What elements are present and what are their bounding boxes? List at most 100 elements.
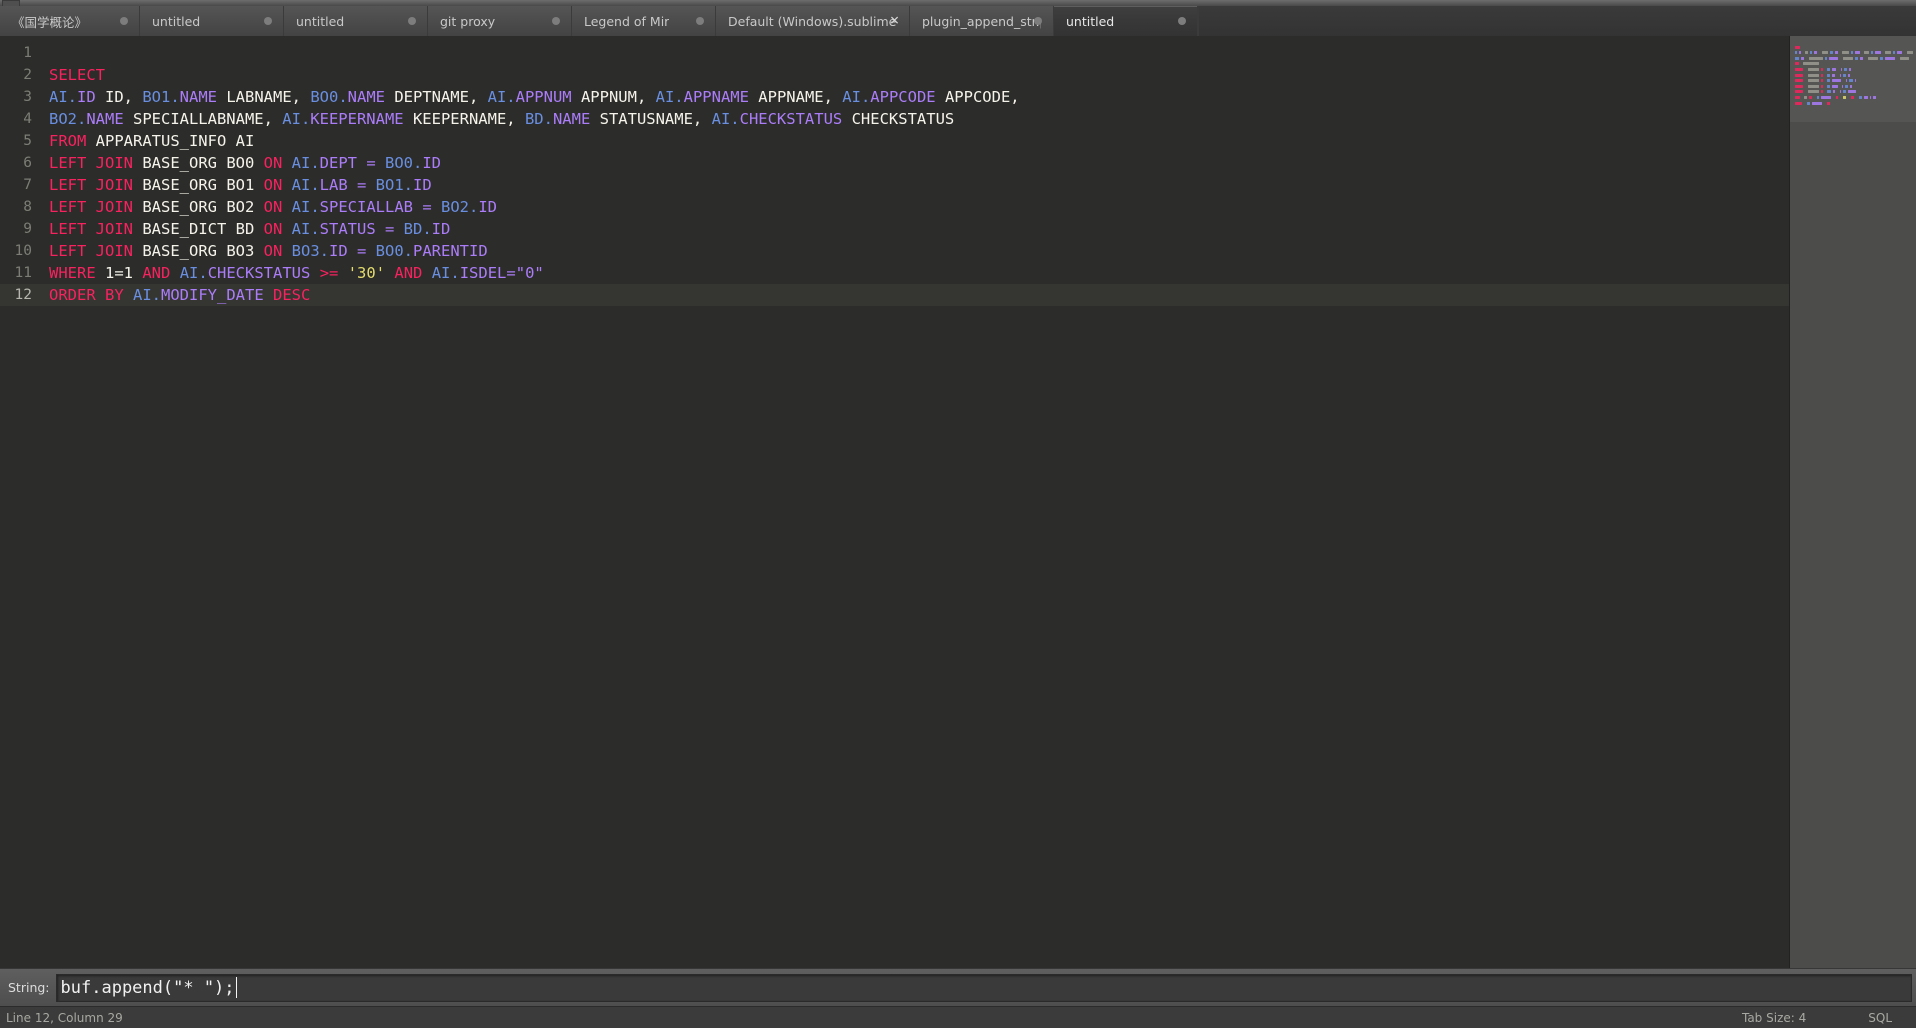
code-line[interactable]: 5 FROM APPARATUS_INFO AI	[0, 130, 1789, 152]
token-cl: NAME	[552, 110, 591, 128]
tab-dirty-dot-icon[interactable]	[264, 17, 272, 25]
tab-3[interactable]: git proxy	[428, 6, 572, 36]
tab-size-indicator[interactable]: Tab Size: 4	[1742, 1011, 1806, 1025]
minimap-token	[1807, 101, 1810, 105]
cursor-position[interactable]: Line 12, Column 29	[6, 1011, 123, 1025]
minimap-token	[1855, 51, 1860, 55]
token-cl: MODIFY_DATE	[161, 286, 264, 304]
token-al: BO0.	[310, 88, 348, 106]
tab-1[interactable]: untitled	[140, 6, 284, 36]
minimap-token	[1795, 73, 1804, 77]
token-al: AI.	[842, 88, 871, 106]
minimap-token	[1807, 67, 1819, 71]
token-k: LEFT JOIN	[49, 154, 133, 172]
code-editor[interactable]: 1 2 SELECT 3 AI.ID ID, BO1.NAME LABNAME, BO0…	[0, 36, 1789, 968]
minimap-token	[1814, 51, 1818, 55]
minimap-token	[1843, 67, 1848, 71]
line-number: 11	[14, 265, 32, 281]
status-bar: Line 12, Column 29 Tab Size: 4 SQL	[0, 1006, 1916, 1028]
minimap-gap	[1862, 51, 1863, 54]
token-al: AI.	[291, 154, 320, 172]
token-op: =	[347, 242, 376, 260]
token-pl: DEPTNAME,	[384, 88, 488, 106]
code-line[interactable]: 7 LEFT JOIN BASE_ORG BO1 ON AI.LAB = BO1.…	[0, 174, 1789, 196]
minimap-gap	[1837, 90, 1838, 93]
token-pl: BASE_ORG BO1	[133, 176, 264, 194]
code-line[interactable]: 10 LEFT JOIN BASE_ORG BO3 ON BO3.ID = BO0…	[0, 240, 1789, 262]
tab-6[interactable]: plugin_append_str.py	[910, 6, 1054, 36]
token-k: ORDER BY	[49, 286, 124, 304]
minimap-token	[1800, 56, 1805, 60]
token-cl: ID	[329, 242, 348, 260]
code-line[interactable]: 3 AI.ID ID, BO1.NAME LABNAME, BO0.NAME DE…	[0, 86, 1789, 108]
code-line[interactable]: 11 WHERE 1=1 AND AI.CHECKSTATUS >= '30' A…	[0, 262, 1789, 284]
minimap-token	[1826, 101, 1831, 105]
minimap-token	[1843, 56, 1854, 60]
tab-label: 《国学概论》	[12, 14, 88, 30]
minimap-gap	[1843, 79, 1844, 82]
token-al: AI.	[655, 88, 684, 106]
tab-dirty-dot-icon[interactable]	[1034, 17, 1042, 25]
minimap-token	[1795, 84, 1804, 88]
code-text: LEFT JOIN BASE_ORG BO3 ON BO3.ID = BO0.P…	[40, 240, 1789, 262]
token-op: =	[506, 264, 516, 282]
minimap-token	[1795, 51, 1798, 55]
token-k: ON	[263, 242, 283, 260]
code-line[interactable]: 12 ORDER BY AI.MODIFY_DATE DESC	[0, 284, 1789, 306]
minimap[interactable]	[1789, 36, 1916, 968]
token-pl: SPECIALLABNAME,	[123, 110, 283, 128]
syntax-indicator[interactable]: SQL	[1868, 1011, 1892, 1025]
minimap-token	[1842, 73, 1847, 77]
code-line[interactable]: 9 LEFT JOIN BASE_DICT BD ON AI.STATUS = B…	[0, 218, 1789, 240]
minimap-token	[1850, 84, 1852, 88]
code-line[interactable]: 8 LEFT JOIN BASE_ORG BO2 ON AI.SPECIALLAB…	[0, 196, 1789, 218]
tab-7[interactable]: untitled	[1054, 6, 1198, 36]
tab-5[interactable]: Default (Windows).sublime-keymap✕	[716, 6, 910, 36]
tab-dirty-dot-icon[interactable]	[1178, 17, 1186, 25]
code-line[interactable]: 2 SELECT	[0, 64, 1789, 86]
minimap-token	[1799, 51, 1801, 55]
code-text: SELECT	[40, 64, 1789, 86]
tab-dirty-dot-icon[interactable]	[696, 17, 704, 25]
code-line[interactable]: 6 LEFT JOIN BASE_ORG BO0 ON AI.DEPT = BO0…	[0, 152, 1789, 174]
string-input[interactable]: buf.append("* ");	[55, 973, 1912, 1002]
code-text: AI.ID ID, BO1.NAME LABNAME, BO0.NAME DEP…	[40, 86, 1789, 108]
token-al: AI.	[711, 110, 740, 128]
line-number: 2	[23, 67, 32, 83]
minimap-token	[1811, 101, 1822, 105]
tab-2[interactable]: untitled	[284, 6, 428, 36]
tab-dirty-dot-icon[interactable]	[120, 17, 128, 25]
tab-dirty-dot-icon[interactable]	[408, 17, 416, 25]
code-text: FROM APPARATUS_INFO AI	[40, 130, 1789, 152]
tab-close-icon[interactable]: ✕	[889, 15, 900, 27]
tab-label: untitled	[296, 13, 345, 29]
token-al: BO2.	[49, 110, 87, 128]
line-number: 3	[23, 89, 32, 105]
minimap-gap	[1825, 90, 1826, 93]
tab-4[interactable]: Legend of Mir	[572, 6, 716, 36]
token-k: ON	[263, 176, 283, 194]
code-line[interactable]: 4 BO2.NAME SPECIALLABNAME, AI.KEEPERNAME …	[0, 108, 1789, 130]
token-k: AND	[394, 264, 423, 282]
token-pl: BASE_DICT BD	[133, 220, 264, 238]
code-line[interactable]: 1	[0, 42, 1789, 64]
minimap-token	[1839, 90, 1841, 94]
minimap-gap	[1805, 79, 1806, 82]
token-cl: NAME	[347, 88, 385, 106]
minimap-token	[1849, 79, 1853, 83]
line-number: 1	[23, 45, 32, 61]
tab-dirty-dot-icon[interactable]	[552, 17, 560, 25]
token-cl: APPNUM	[515, 88, 572, 106]
token-al: AI.	[487, 88, 516, 106]
minimap-gap	[1840, 51, 1841, 54]
minimap-token	[1836, 95, 1838, 99]
token-al: AI.	[179, 264, 208, 282]
token-cl: KEEPERNAME	[310, 110, 404, 128]
minimap-gap	[1824, 102, 1825, 105]
tab-0[interactable]: 《国学概论》	[0, 6, 140, 36]
minimap-token	[1863, 95, 1869, 99]
tab-label: plugin_append_str.py	[922, 13, 1041, 29]
minimap-gap	[1803, 51, 1804, 54]
code-text: BO2.NAME SPECIALLABNAME, AI.KEEPERNAME K…	[40, 108, 1789, 130]
